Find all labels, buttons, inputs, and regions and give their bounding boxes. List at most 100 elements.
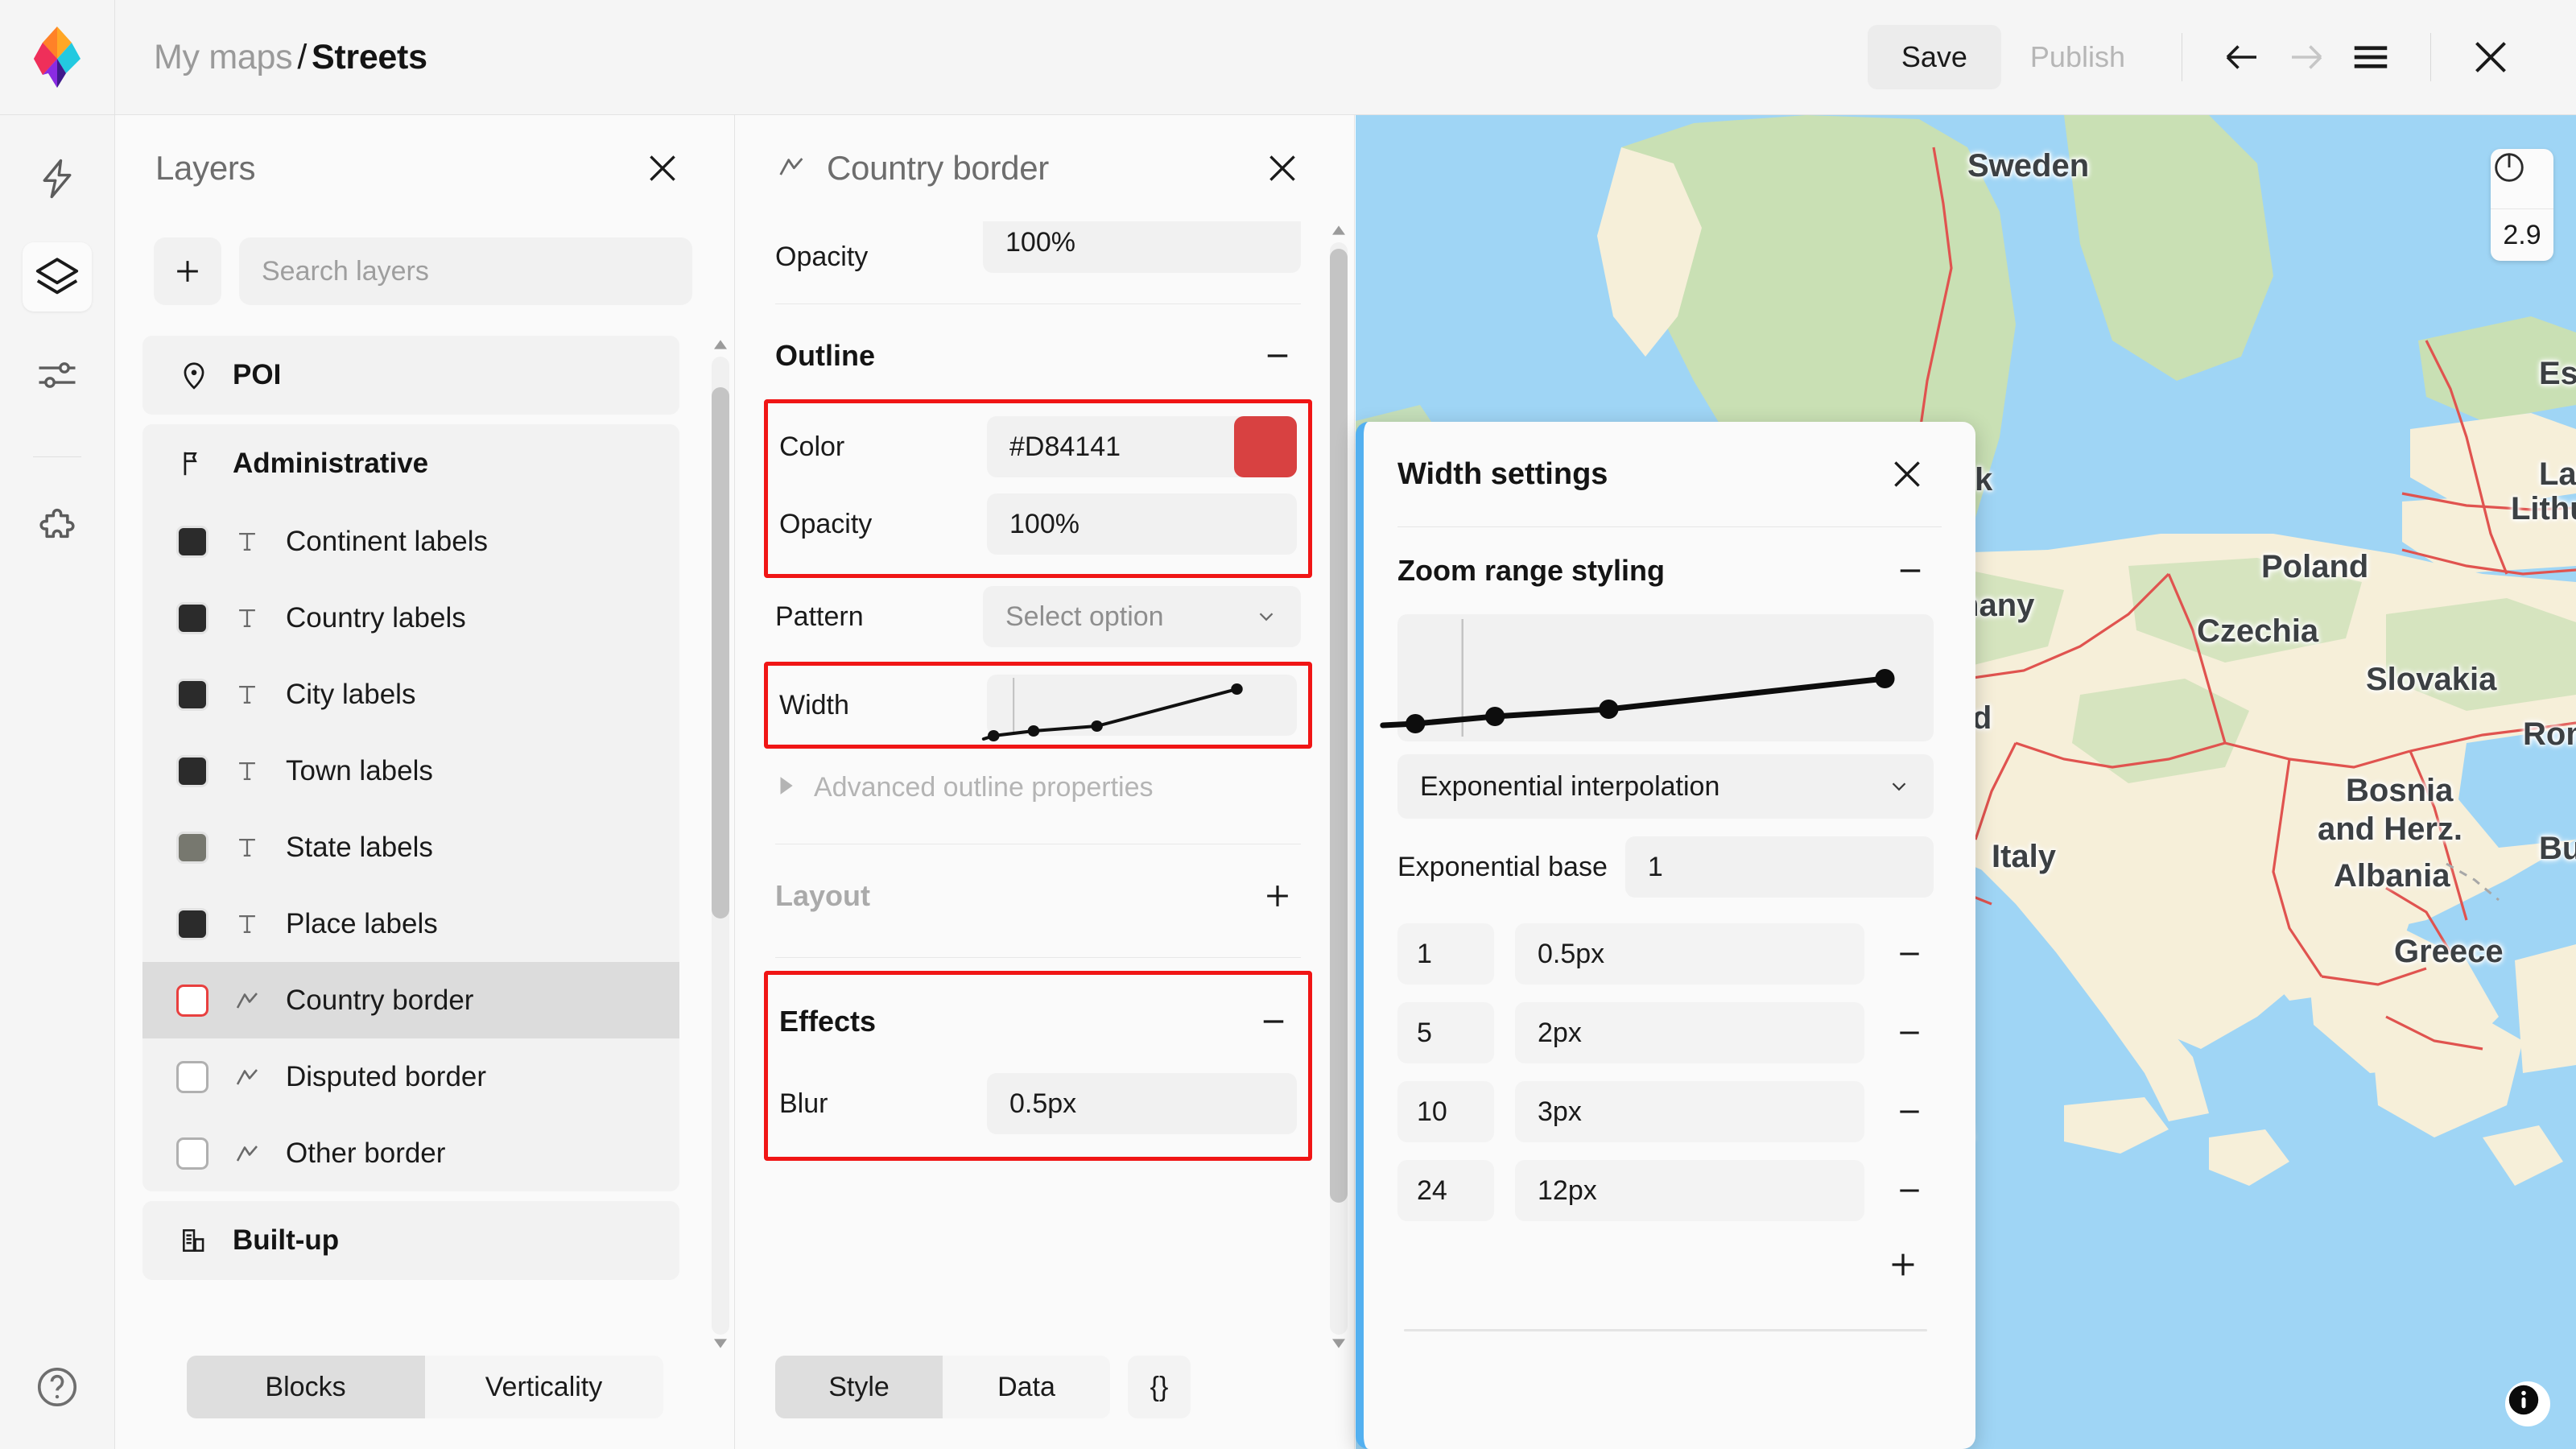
json-code-button[interactable]: {} <box>1128 1356 1191 1418</box>
pattern-select[interactable]: Select option <box>983 586 1301 647</box>
layer-row-state-labels[interactable]: State labels <box>142 809 679 886</box>
add-zoom-stop-button[interactable] <box>1877 1239 1929 1290</box>
app-logo[interactable] <box>0 0 115 115</box>
prop-row-opacity: Opacity 100% <box>779 485 1297 563</box>
layer-color-swatch[interactable] <box>176 755 208 787</box>
zoom-stop-level[interactable]: 24 <box>1397 1160 1494 1221</box>
interpolation-value: Exponential interpolation <box>1420 771 1719 803</box>
width-modal-close-button[interactable] <box>1880 448 1934 501</box>
close-icon <box>642 148 683 188</box>
map-info-button[interactable] <box>2505 1381 2550 1426</box>
zoom-indicator-widget[interactable]: 2.9 <box>2491 149 2553 261</box>
rail-item-settings[interactable] <box>23 341 92 410</box>
rail-item-quick-actions[interactable] <box>23 144 92 213</box>
remove-stop-button[interactable] <box>1885 1166 1934 1215</box>
prop-value-opacity-top[interactable]: 100% <box>983 221 1301 273</box>
layer-row-continent-labels[interactable]: Continent labels <box>142 503 679 580</box>
line-icon <box>229 986 265 1015</box>
undo-button[interactable] <box>2210 25 2274 89</box>
exponential-base-field[interactable]: 1 <box>1625 836 1934 898</box>
layers-search-box[interactable] <box>239 237 692 305</box>
layer-group-header[interactable]: Built-up <box>142 1201 679 1280</box>
remove-stop-button[interactable] <box>1885 1088 1934 1136</box>
layer-row-disputed-border[interactable]: Disputed border <box>142 1038 679 1115</box>
layer-group-header[interactable]: Administrative <box>142 424 679 503</box>
collapse-zoom-range-button[interactable] <box>1887 547 1934 594</box>
divider-3 <box>775 957 1301 958</box>
zoom-range-curve-chart[interactable] <box>1397 614 1934 741</box>
scroll-down-arrow-icon[interactable] <box>714 1338 727 1352</box>
zoom-stop-level[interactable]: 5 <box>1397 1002 1494 1063</box>
zoom-stop-level[interactable]: 10 <box>1397 1081 1494 1142</box>
zoom-stop-value[interactable]: 12px <box>1515 1160 1864 1221</box>
rail-item-plugins[interactable] <box>23 494 92 564</box>
layer-color-swatch[interactable] <box>176 526 208 558</box>
close-editor-button[interactable] <box>2458 25 2523 89</box>
layer-group-header[interactable]: POI <box>142 336 679 415</box>
scrollbar-thumb[interactable] <box>712 387 729 919</box>
layer-row-place-labels[interactable]: Place labels <box>142 886 679 962</box>
opacity-value-field[interactable]: 100% <box>987 493 1297 555</box>
layer-color-swatch[interactable] <box>176 985 208 1017</box>
advanced-outline-properties-toggle[interactable]: Advanced outline properties <box>775 749 1301 826</box>
section-header-outline: Outline <box>775 312 1301 399</box>
zoom-stop-value[interactable]: 2px <box>1515 1002 1864 1063</box>
layer-color-swatch[interactable] <box>176 1061 208 1093</box>
compass-icon-wrapper[interactable] <box>2491 149 2553 208</box>
section-header-effects: Effects <box>779 978 1297 1065</box>
layer-color-swatch[interactable] <box>176 679 208 711</box>
breadcrumb-root[interactable]: My maps <box>154 38 292 76</box>
text-icon <box>229 605 265 632</box>
properties-panel-close-button[interactable] <box>1256 142 1309 195</box>
zoom-stop-value[interactable]: 0.5px <box>1515 923 1864 985</box>
add-layer-button[interactable] <box>154 237 221 305</box>
save-button[interactable]: Save <box>1868 25 2001 89</box>
collapse-outline-button[interactable] <box>1254 332 1301 379</box>
color-swatch-button[interactable] <box>1234 416 1297 477</box>
collapse-effects-button[interactable] <box>1250 998 1297 1045</box>
layer-row-country-border[interactable]: Country border <box>142 962 679 1038</box>
properties-scrollbar[interactable] <box>1330 221 1348 1356</box>
layer-row-city-labels[interactable]: City labels <box>142 656 679 733</box>
help-button[interactable] <box>29 1359 85 1415</box>
width-curve-preview[interactable] <box>987 675 1297 736</box>
scrollbar-thumb[interactable] <box>1330 249 1348 1203</box>
scroll-down-arrow-icon[interactable] <box>1332 1338 1345 1352</box>
top-bar: My maps/Streets Save Publish <box>0 0 2576 115</box>
interpolation-select[interactable]: Exponential interpolation <box>1397 754 1934 819</box>
layer-color-swatch[interactable] <box>176 908 208 940</box>
minus-icon <box>1893 1017 1926 1049</box>
layer-color-swatch[interactable] <box>176 832 208 864</box>
tab-data[interactable]: Data <box>943 1356 1110 1418</box>
width-modal-body: Zoom range styling Exponential <box>1364 527 1975 1449</box>
expand-layout-button[interactable] <box>1254 873 1301 919</box>
buildings-icon <box>176 1225 212 1256</box>
rail-item-layers[interactable] <box>23 242 92 312</box>
zoom-stop-value[interactable]: 3px <box>1515 1081 1864 1142</box>
redo-button[interactable] <box>2274 25 2339 89</box>
tab-verticality[interactable]: Verticality <box>425 1356 663 1418</box>
layer-row-country-labels[interactable]: Country labels <box>142 580 679 656</box>
exponential-base-label: Exponential base <box>1397 852 1608 883</box>
tab-style[interactable]: Style <box>775 1356 943 1418</box>
remove-stop-button[interactable] <box>1885 1009 1934 1057</box>
zoom-stop-level[interactable]: 1 <box>1397 923 1494 985</box>
layer-color-swatch[interactable] <box>176 602 208 634</box>
remove-stop-button[interactable] <box>1885 930 1934 978</box>
scroll-up-arrow-icon[interactable] <box>1332 225 1345 239</box>
tab-blocks[interactable]: Blocks <box>187 1356 425 1418</box>
layer-row-town-labels[interactable]: Town labels <box>142 733 679 809</box>
publish-button[interactable]: Publish <box>2001 25 2154 89</box>
layers-scrollbar[interactable] <box>712 336 729 1356</box>
layer-color-swatch[interactable] <box>176 1137 208 1170</box>
pattern-select-value: Select option <box>1005 601 1164 633</box>
width-modal-header: Width settings <box>1364 422 1975 526</box>
divider <box>775 303 1301 304</box>
blur-value-field[interactable]: 0.5px <box>987 1073 1297 1134</box>
search-input[interactable] <box>262 256 670 287</box>
layer-row-other-border[interactable]: Other border <box>142 1115 679 1191</box>
arrow-left-icon <box>2220 35 2264 79</box>
scroll-up-arrow-icon[interactable] <box>714 339 727 353</box>
menu-button[interactable] <box>2339 25 2403 89</box>
layers-panel-close-button[interactable] <box>636 142 689 195</box>
